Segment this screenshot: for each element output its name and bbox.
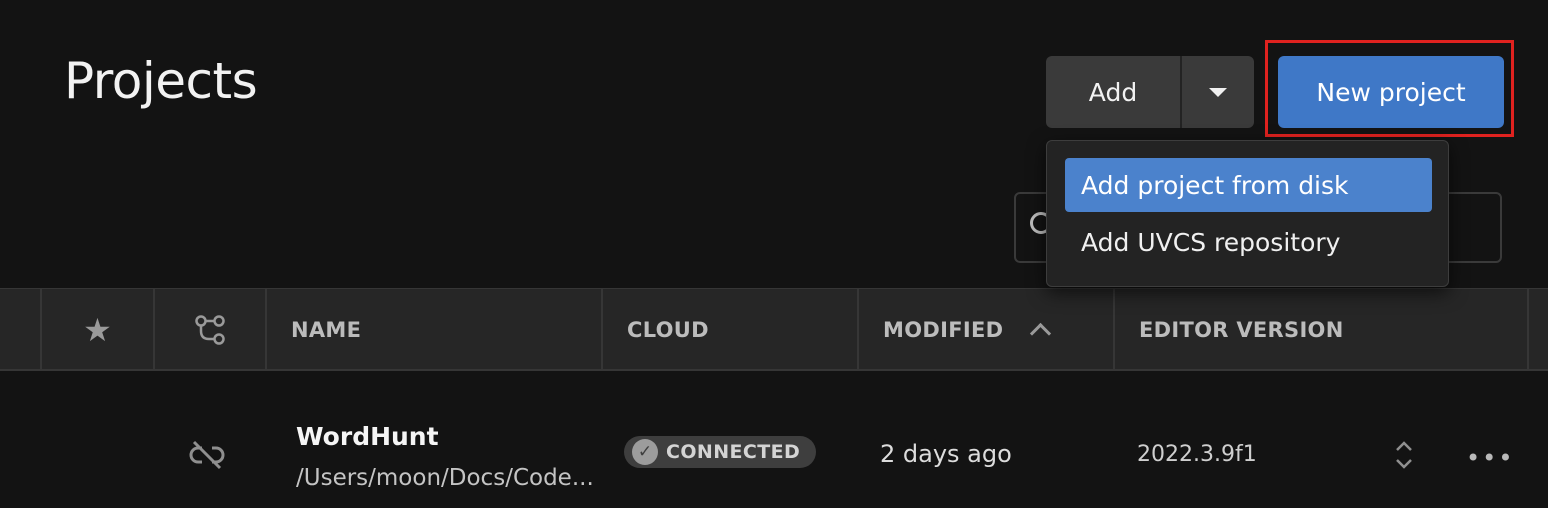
modified-value: 2 days ago [880,440,1012,468]
add-split-button: Add [1046,56,1254,128]
column-header-editor-version[interactable]: EDITOR VERSION [1113,289,1527,370]
column-header-vcs[interactable] [153,289,265,370]
more-options-icon[interactable]: ••• [1466,444,1514,472]
column-header-modified-label: MODIFIED [883,317,1004,342]
column-header-modified[interactable]: MODIFIED [857,289,1113,370]
add-dropdown-toggle[interactable] [1182,56,1254,128]
column-header-name[interactable]: NAME [265,289,601,370]
caret-down-icon [1209,87,1227,97]
table-header: ★ NAME CLOUD MODIFIED EDITOR VERSION [0,288,1548,371]
column-header-cloud[interactable]: CLOUD [601,289,857,370]
unlinked-icon [189,440,225,470]
new-project-button[interactable]: New project [1278,56,1504,128]
sort-ascending-icon [1030,322,1052,345]
column-header-name-label: NAME [291,317,362,342]
menu-item-add-project-from-disk[interactable]: Add project from disk [1065,158,1432,212]
column-header-editor-version-label: EDITOR VERSION [1139,317,1344,342]
menu-item-add-uvcs-repository[interactable]: Add UVCS repository [1065,215,1432,269]
page-title: Projects [64,52,258,110]
cloud-status-label: CONNECTED [666,441,801,463]
check-icon: ✓ [632,439,658,465]
cloud-status-badge: ✓ CONNECTED [624,436,817,468]
branch-icon [195,314,225,345]
column-header-favorite[interactable]: ★ [40,289,153,370]
project-name[interactable]: WordHunt [296,422,439,451]
column-header-actions [1527,289,1548,370]
project-path: /Users/moon/Docs/Code... [296,465,594,491]
version-selector-icon[interactable] [1392,438,1416,472]
add-dropdown-menu: Add project from disk Add UVCS repositor… [1046,140,1449,287]
star-icon: ★ [83,310,112,349]
add-button[interactable]: Add [1046,56,1180,128]
column-header-cloud-label: CLOUD [627,317,709,342]
editor-version-value: 2022.3.9f1 [1137,442,1257,467]
table-row[interactable]: WordHunt /Users/moon/Docs/Code... ✓ CONN… [0,372,1548,508]
